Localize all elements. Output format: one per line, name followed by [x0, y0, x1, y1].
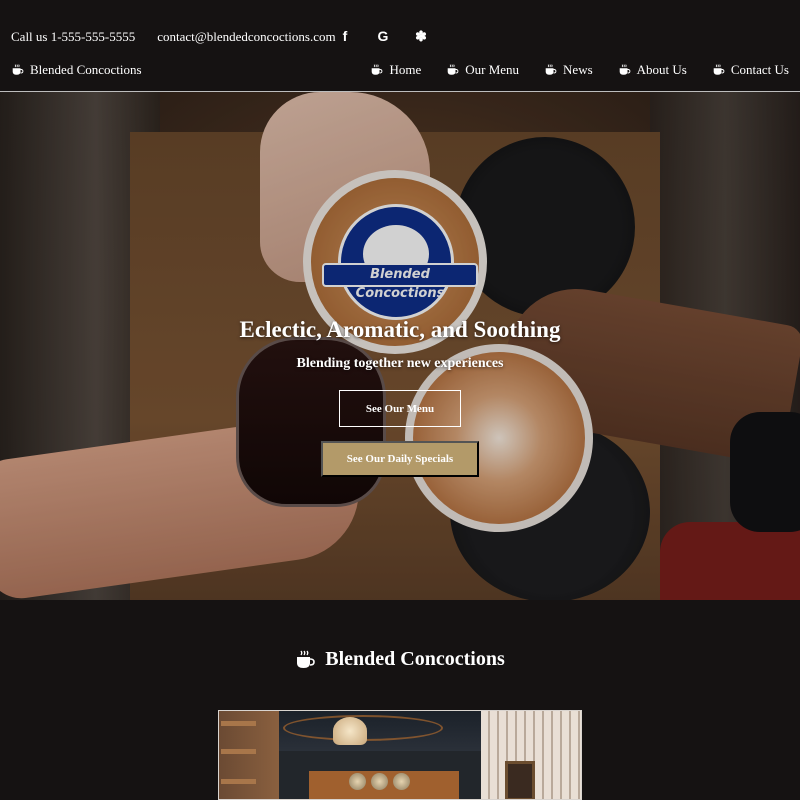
nav-item-news[interactable]: News: [544, 62, 593, 78]
nav-item-label: Home: [389, 62, 422, 77]
coffee-cup-icon: [295, 650, 315, 670]
brand-link[interactable]: Blended Concoctions: [11, 62, 142, 78]
google-icon[interactable]: G: [374, 27, 392, 45]
contact-info: Call us 1-555-555-5555 contact@blendedco…: [11, 29, 336, 45]
coffee-cup-icon: [370, 64, 383, 76]
section-heading: Blended Concoctions: [0, 648, 800, 671]
nav-item-our-menu[interactable]: Our Menu: [446, 62, 519, 78]
nav-item-label: About Us: [636, 62, 687, 77]
nav-item-label: Contact Us: [730, 62, 789, 77]
email-link[interactable]: contact@blendedconcoctions.com: [157, 29, 335, 45]
nav-item-home[interactable]: Home: [370, 62, 421, 78]
picture-frame-image: [505, 761, 535, 799]
daily-specials-button[interactable]: See Our Daily Specials: [321, 441, 479, 477]
coffee-cup-icon: [446, 64, 459, 76]
see-menu-button[interactable]: See Our Menu: [339, 390, 461, 427]
yelp-icon[interactable]: ✽: [412, 27, 430, 45]
nav-item-label: News: [563, 62, 593, 77]
social-links: f G ✽: [336, 27, 430, 45]
nav-item-label: Our Menu: [465, 62, 520, 77]
lamp-image: [333, 717, 367, 745]
facebook-icon[interactable]: f: [336, 27, 354, 45]
nav-item-contact-us[interactable]: Contact Us: [712, 62, 789, 78]
hero-banner: Blended Concoctions Eclectic, Aromatic, …: [0, 92, 800, 600]
cafe-interior-image: [218, 710, 582, 800]
site-header: Call us 1-555-555-5555 contact@blendedco…: [0, 0, 800, 92]
coffee-cup-icon: [712, 64, 725, 76]
coffee-cup-icon: [11, 64, 24, 76]
nav-item-about-us[interactable]: About Us: [618, 62, 687, 78]
hero-title: Eclectic, Aromatic, and Soothing: [239, 317, 561, 342]
main-nav: Home Our Menu News About Us Contact Us: [370, 62, 789, 78]
coffee-cup-icon: [544, 64, 557, 76]
section-title-text: Blended Concoctions: [325, 648, 505, 670]
hero-overlay: [0, 92, 800, 600]
hero-subtitle: Blending together new experiences: [296, 356, 504, 371]
coffee-cup-icon: [618, 64, 631, 76]
brand-name: Blended Concoctions: [30, 62, 142, 77]
phone-link[interactable]: Call us 1-555-555-5555: [11, 29, 135, 45]
